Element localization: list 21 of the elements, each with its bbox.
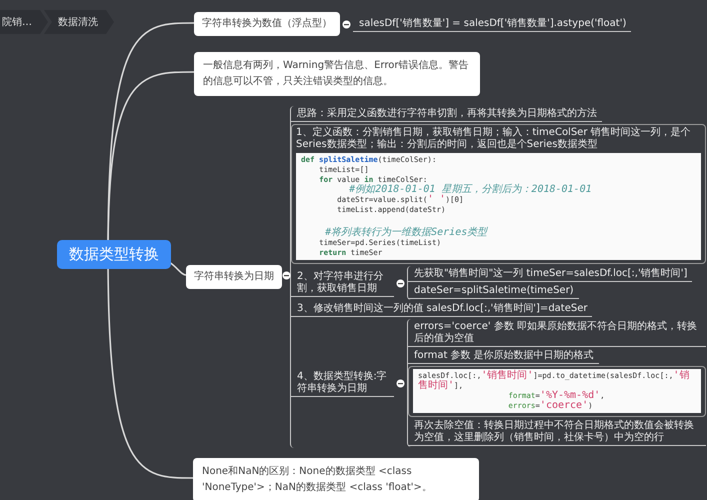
subtopic[interactable]: 思路：采用定义函数进行字符串切割，再将其转换为日期格式的方法 [291,107,602,122]
topic-node[interactable]: None和NaN的区别：None的数据类型 <class 'NoneType'>；NaN的数据类型 <class 'float'>。 [193,458,479,500]
collapse-icon[interactable] [396,378,405,388]
subtopic[interactable]: format 参数 是你原始数据中日期的格式 [408,349,599,364]
collapse-icon[interactable] [282,271,291,280]
topic-node[interactable]: 一般信息有两列，Warning警告信息、Error错误信息。警告的信息可以不管，只关注错误类型的信息。 [194,52,480,96]
subtopic[interactable]: 3、修改销售时间这一列的值 salesDf.loc[:,'销售时间']=dateSer [291,302,592,317]
collapse-icon[interactable] [396,278,405,288]
subtopic[interactable]: dateSer=splitSaletime(timeSer) [408,284,579,299]
note-text: 1、定义函数：分割销售日期，获取销售日期；输入：timeColSer 销售时间这一列，是个Series数据类型；输出：分割后的时间，返回也是个Series数据类型 [296,127,692,151]
breadcrumb-item[interactable]: 数据清洗 [44,10,114,34]
subtopic[interactable]: salesDf['销售数量'] = salesDf['销售数量'].astype('float') [353,16,632,32]
topic-node[interactable]: 字符串转换为日期 [186,265,282,289]
subtopic[interactable]: 4、数据类型转换:字符串转换为日期 [291,370,394,396]
collapse-icon[interactable] [342,20,351,28]
breadcrumb-item[interactable]: 院销… [0,10,48,34]
subtopic[interactable]: errors='coerce' 参数 即如果原始数据不符合日期的格式，转换后的值为空值 [408,320,706,347]
subtopic[interactable]: 再次去除空值：转换日期过程中不符合日期格式的数值会被转换为空值，这里删除列（销售时间，社保卡号）中为空的行 [408,419,706,446]
subtopic[interactable]: 2、对字符串进行分割，获取销售日期 [291,270,394,296]
topic-node[interactable]: 字符串转换为数值（浮点型） [194,12,340,36]
subtopic[interactable]: 先获取"销售时间"这一列 timeSer=salesDf.loc[:,'销售时间'] [408,267,692,282]
